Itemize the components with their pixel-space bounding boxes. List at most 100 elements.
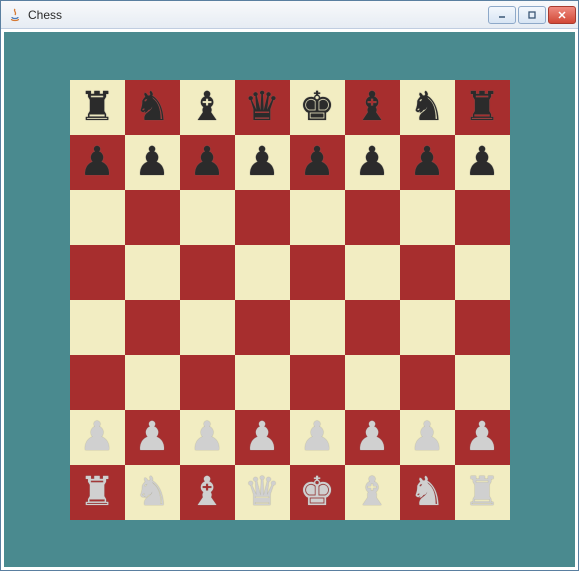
square-a6[interactable] <box>70 190 125 245</box>
square-b7[interactable]: ♟ <box>125 135 180 190</box>
black-pawn[interactable]: ♟ <box>189 142 225 182</box>
square-e2[interactable]: ♟ <box>290 410 345 465</box>
square-f8[interactable]: ♝ <box>345 80 400 135</box>
square-a7[interactable]: ♟ <box>70 135 125 190</box>
black-pawn[interactable]: ♟ <box>354 142 390 182</box>
square-a4[interactable] <box>70 300 125 355</box>
square-a5[interactable] <box>70 245 125 300</box>
square-h2[interactable]: ♟ <box>455 410 510 465</box>
square-b5[interactable] <box>125 245 180 300</box>
white-pawn[interactable]: ♟ <box>244 417 280 457</box>
square-c6[interactable] <box>180 190 235 245</box>
square-h4[interactable] <box>455 300 510 355</box>
square-d3[interactable] <box>235 355 290 410</box>
square-b3[interactable] <box>125 355 180 410</box>
maximize-button[interactable] <box>518 6 546 24</box>
square-f1[interactable]: ♝ <box>345 465 400 520</box>
square-f2[interactable]: ♟ <box>345 410 400 465</box>
black-bishop[interactable]: ♝ <box>354 87 390 127</box>
white-pawn[interactable]: ♟ <box>409 417 445 457</box>
white-knight[interactable]: ♞ <box>134 472 170 512</box>
square-a3[interactable] <box>70 355 125 410</box>
square-d5[interactable] <box>235 245 290 300</box>
square-f5[interactable] <box>345 245 400 300</box>
square-b4[interactable] <box>125 300 180 355</box>
square-b6[interactable] <box>125 190 180 245</box>
chess-board[interactable]: ♜ ♞ ♝ ♛ ♚ ♝ ♞ ♜ ♟ ♟ ♟ ♟ ♟ ♟ ♟ ♟ ♟ ♟ ♟ ♟ ♟ ♟ ♟ ♟ ♜ ♞ ♝ ♛ ♚ ♝ ♞ ♜ <box>70 80 510 520</box>
square-c7[interactable]: ♟ <box>180 135 235 190</box>
square-a1[interactable]: ♜ <box>70 465 125 520</box>
black-pawn[interactable]: ♟ <box>244 142 280 182</box>
square-h7[interactable]: ♟ <box>455 135 510 190</box>
white-queen[interactable]: ♛ <box>244 472 280 512</box>
black-bishop[interactable]: ♝ <box>189 87 225 127</box>
square-e8[interactable]: ♚ <box>290 80 345 135</box>
black-pawn[interactable]: ♟ <box>299 142 335 182</box>
square-b1[interactable]: ♞ <box>125 465 180 520</box>
square-e7[interactable]: ♟ <box>290 135 345 190</box>
square-f3[interactable] <box>345 355 400 410</box>
square-h1[interactable]: ♜ <box>455 465 510 520</box>
white-rook[interactable]: ♜ <box>79 472 115 512</box>
black-king[interactable]: ♚ <box>299 87 335 127</box>
square-e5[interactable] <box>290 245 345 300</box>
black-rook[interactable]: ♜ <box>79 87 115 127</box>
square-h3[interactable] <box>455 355 510 410</box>
black-knight[interactable]: ♞ <box>409 87 445 127</box>
square-d6[interactable] <box>235 190 290 245</box>
white-pawn[interactable]: ♟ <box>354 417 390 457</box>
square-c5[interactable] <box>180 245 235 300</box>
white-knight[interactable]: ♞ <box>409 472 445 512</box>
square-h5[interactable] <box>455 245 510 300</box>
square-g5[interactable] <box>400 245 455 300</box>
square-a2[interactable]: ♟ <box>70 410 125 465</box>
minimize-button[interactable] <box>488 6 516 24</box>
square-h6[interactable] <box>455 190 510 245</box>
white-king[interactable]: ♚ <box>299 472 335 512</box>
black-pawn[interactable]: ♟ <box>79 142 115 182</box>
close-button[interactable] <box>548 6 576 24</box>
white-pawn[interactable]: ♟ <box>189 417 225 457</box>
black-queen[interactable]: ♛ <box>244 87 280 127</box>
square-c8[interactable]: ♝ <box>180 80 235 135</box>
square-g7[interactable]: ♟ <box>400 135 455 190</box>
square-b2[interactable]: ♟ <box>125 410 180 465</box>
white-rook[interactable]: ♜ <box>464 472 500 512</box>
black-rook[interactable]: ♜ <box>464 87 500 127</box>
square-c1[interactable]: ♝ <box>180 465 235 520</box>
square-g3[interactable] <box>400 355 455 410</box>
white-pawn[interactable]: ♟ <box>134 417 170 457</box>
square-d8[interactable]: ♛ <box>235 80 290 135</box>
square-g6[interactable] <box>400 190 455 245</box>
square-h8[interactable]: ♜ <box>455 80 510 135</box>
square-c3[interactable] <box>180 355 235 410</box>
square-d2[interactable]: ♟ <box>235 410 290 465</box>
square-f6[interactable] <box>345 190 400 245</box>
square-a8[interactable]: ♜ <box>70 80 125 135</box>
white-bishop[interactable]: ♝ <box>189 472 225 512</box>
white-pawn[interactable]: ♟ <box>464 417 500 457</box>
square-e6[interactable] <box>290 190 345 245</box>
square-d1[interactable]: ♛ <box>235 465 290 520</box>
square-f7[interactable]: ♟ <box>345 135 400 190</box>
square-c2[interactable]: ♟ <box>180 410 235 465</box>
square-g8[interactable]: ♞ <box>400 80 455 135</box>
square-d4[interactable] <box>235 300 290 355</box>
square-e4[interactable] <box>290 300 345 355</box>
square-g1[interactable]: ♞ <box>400 465 455 520</box>
white-pawn[interactable]: ♟ <box>299 417 335 457</box>
black-pawn[interactable]: ♟ <box>409 142 445 182</box>
white-bishop[interactable]: ♝ <box>354 472 390 512</box>
square-g4[interactable] <box>400 300 455 355</box>
square-d7[interactable]: ♟ <box>235 135 290 190</box>
black-pawn[interactable]: ♟ <box>134 142 170 182</box>
square-e1[interactable]: ♚ <box>290 465 345 520</box>
square-c4[interactable] <box>180 300 235 355</box>
square-g2[interactable]: ♟ <box>400 410 455 465</box>
square-b8[interactable]: ♞ <box>125 80 180 135</box>
white-pawn[interactable]: ♟ <box>79 417 115 457</box>
square-f4[interactable] <box>345 300 400 355</box>
square-e3[interactable] <box>290 355 345 410</box>
black-pawn[interactable]: ♟ <box>464 142 500 182</box>
black-knight[interactable]: ♞ <box>134 87 170 127</box>
